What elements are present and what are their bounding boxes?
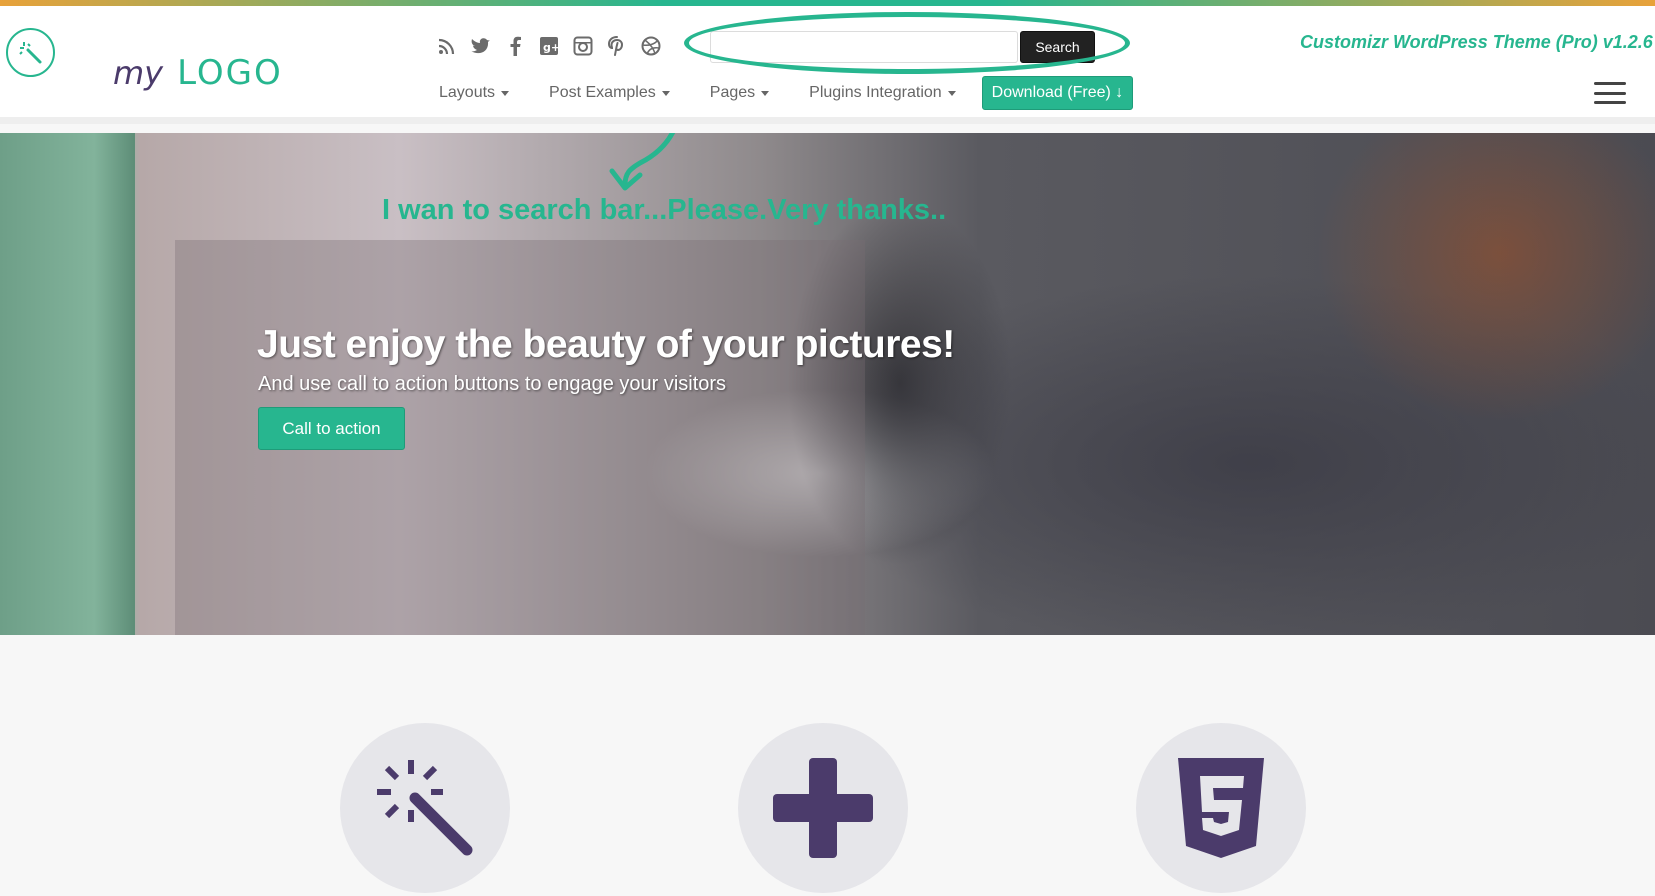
nav-item-plugins-integration[interactable]: Plugins Integration [809, 84, 956, 102]
menu-toggle-icon[interactable] [1594, 82, 1626, 104]
hero-subtitle: And use call to action buttons to engage… [258, 373, 727, 395]
dribbble-icon[interactable] [641, 36, 661, 56]
rss-icon[interactable] [437, 36, 457, 56]
featured-page-2[interactable] [738, 723, 908, 893]
caret-down-icon [661, 90, 670, 96]
social-links: g+ [437, 36, 661, 56]
magic-wand-icon [377, 760, 473, 856]
site-logo[interactable]: my LOGO [113, 53, 283, 93]
nav-item-label: Pages [709, 84, 756, 101]
call-to-action-button[interactable]: Call to action [258, 407, 405, 450]
caret-down-icon [761, 90, 770, 96]
caret-down-icon [501, 90, 510, 96]
html5-icon [1178, 758, 1264, 858]
hero-title: Just enjoy the beauty of your pictures! [257, 323, 955, 366]
google-plus-icon[interactable]: g+ [539, 36, 559, 56]
main-navigation: Layouts Post Examples Pages Plugins Inte… [439, 76, 1134, 110]
facebook-icon[interactable] [505, 36, 525, 56]
svg-text:g+: g+ [543, 41, 559, 54]
logo-prefix: my [113, 54, 164, 92]
featured-page-1[interactable] [340, 723, 510, 893]
theme-tagline[interactable]: Customizr WordPress Theme (Pro) v1.2.6 [1300, 32, 1653, 53]
magic-wand-icon [18, 41, 41, 63]
plus-icon [773, 758, 873, 858]
logo-word: LOGO [177, 53, 283, 93]
nav-item-layouts[interactable]: Layouts [439, 84, 510, 102]
nav-item-post-examples[interactable]: Post Examples [549, 84, 670, 102]
instagram-icon[interactable] [573, 36, 593, 56]
site-icon-button[interactable] [6, 28, 55, 77]
pinterest-icon[interactable] [607, 36, 627, 56]
nav-item-label: Plugins Integration [809, 84, 942, 101]
hero-slider: I wan to search bar...Please.Very thanks… [0, 133, 1655, 635]
featured-page-3[interactable] [1136, 723, 1306, 893]
caret-down-icon [947, 90, 956, 96]
nav-item-pages[interactable]: Pages [709, 84, 770, 102]
nav-item-label: Post Examples [549, 84, 656, 101]
annotation-circle [684, 12, 1130, 74]
annotation-note: I wan to search bar...Please.Very thanks… [382, 194, 947, 226]
download-free-button[interactable]: Download (Free) ↓ [981, 76, 1134, 110]
nav-item-label: Layouts [439, 84, 496, 101]
featured-pages [0, 635, 1655, 896]
twitter-icon[interactable] [471, 36, 491, 56]
